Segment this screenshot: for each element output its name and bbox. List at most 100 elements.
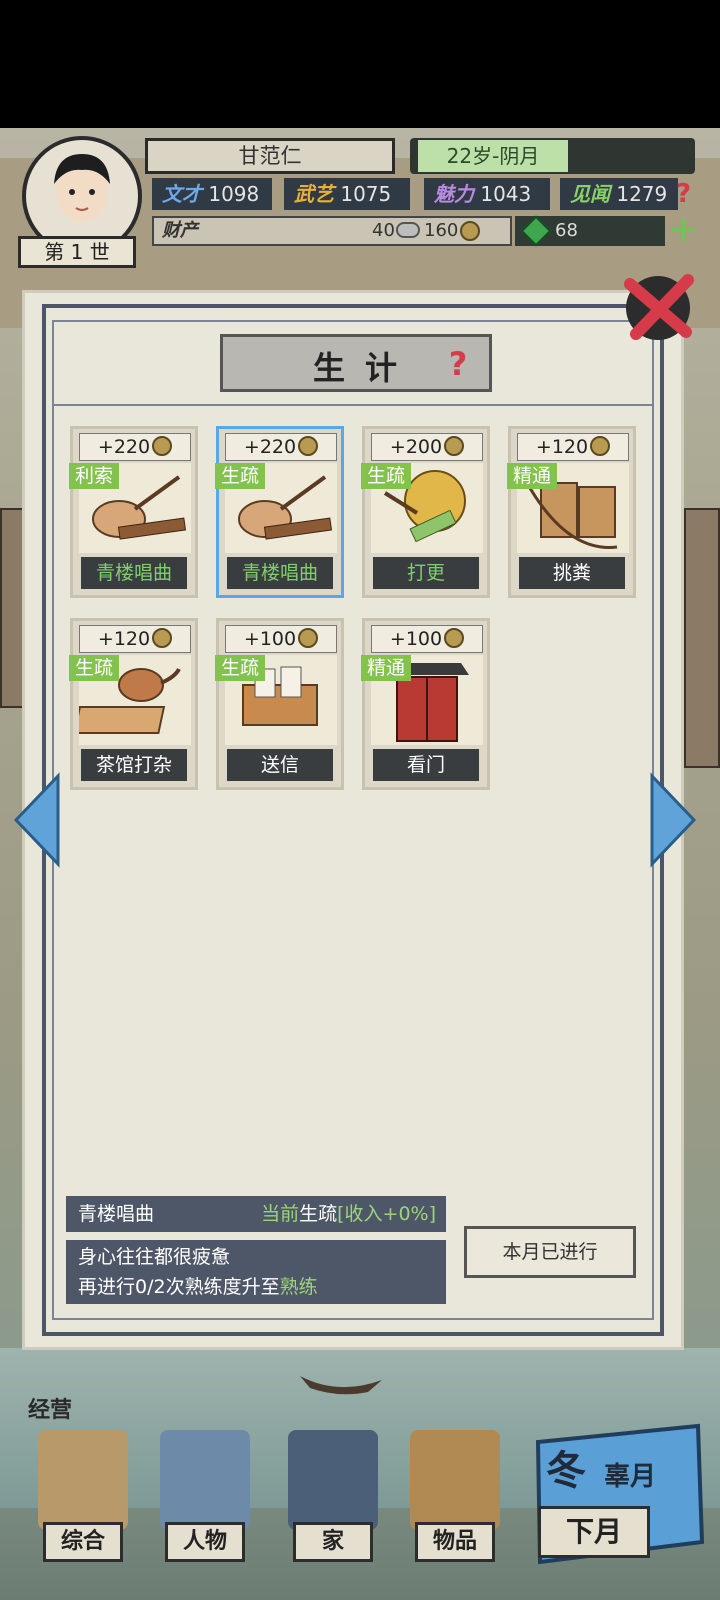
job-income: +120 [79, 625, 191, 653]
job-info-panel: 青楼唱曲 当前生疏[收入+0%] 身心往往都很疲惫 再进行0/2次熟练度升至熟练 [66, 1196, 446, 1304]
job-card-brothel-singing-2[interactable]: +220 生疏 青楼唱曲 [215, 426, 344, 598]
status-prefix: 当前 [261, 1203, 300, 1225]
desc-line-2: 再进行0/2次熟练度升至熟练 [78, 1272, 446, 1302]
income-value: +120 [97, 628, 151, 650]
next-month-button[interactable]: 冬 辜月 下月 [528, 1422, 708, 1572]
desc-line-2-prefix: 再进行0/2次熟练度升至 [78, 1276, 280, 1298]
wealth-label: 财产 [162, 220, 198, 241]
nav-label: 综合 [43, 1522, 123, 1562]
stat-label: 文才 [162, 182, 202, 206]
coin-icon [152, 628, 173, 648]
month-done-button[interactable]: 本月已进行 [464, 1226, 636, 1278]
boat-icon [300, 1376, 382, 1395]
silver-ingot-icon [396, 222, 420, 238]
coin-icon [460, 221, 480, 241]
season-label: 冬 [546, 1448, 586, 1494]
job-income: +200 [371, 433, 483, 461]
nav-home[interactable]: 家 [278, 1430, 388, 1570]
job-card-brothel-singing-1[interactable]: +220 利索 青楼唱曲 [69, 426, 198, 598]
proficiency-tag: 利索 [69, 463, 120, 489]
status-bonus: [收入+0%] [337, 1203, 436, 1225]
nav-character[interactable]: 人物 [150, 1430, 260, 1570]
coin-icon [590, 436, 611, 456]
job-income: +220 [225, 433, 337, 461]
job-label: 送信 [227, 749, 333, 781]
dialog-title-plate: 生计 ? [220, 334, 492, 392]
next-month-label: 下月 [538, 1506, 650, 1558]
desc-line-2-level: 熟练 [279, 1276, 318, 1298]
stat-label: 武艺 [294, 182, 334, 206]
character-name: 甘范仁 [145, 138, 395, 174]
job-label: 茶馆打杂 [81, 749, 187, 781]
job-label: 青楼唱曲 [81, 557, 187, 589]
next-page-arrow-icon[interactable] [650, 772, 702, 868]
stat-value: 1075 [340, 182, 392, 206]
job-card-carrying-dung[interactable]: +120 精通 挑粪 [507, 426, 636, 598]
dialog-title: 生计 [313, 349, 418, 387]
job-label: 看门 [373, 749, 479, 781]
background-building-right [684, 508, 720, 768]
add-currency-button[interactable]: + [668, 212, 700, 248]
job-card-teahouse-helper[interactable]: +120 生疏 茶馆打杂 [69, 618, 198, 790]
job-label: 打更 [373, 557, 479, 589]
close-icon[interactable] [618, 268, 698, 348]
stat-literary: 文才 1098 [152, 178, 272, 210]
coin-icon [152, 436, 173, 456]
income-value: +220 [97, 436, 151, 458]
stat-martial: 武艺 1075 [284, 178, 410, 210]
nav-items[interactable]: 物品 [400, 1430, 510, 1570]
stats-help-icon[interactable]: ? [676, 178, 704, 210]
nav-section-title: 经营 [28, 1398, 73, 1423]
person-icon [160, 1430, 250, 1530]
coin-icon [298, 628, 319, 648]
proficiency-tag: 精通 [507, 463, 558, 489]
stat-value: 1043 [480, 182, 532, 206]
job-card-deliver-letters[interactable]: +100 生疏 送信 [215, 618, 344, 790]
livelihood-dialog: 生计 ? +220 利索 青楼唱曲 +220 生疏 青楼唱曲 +200 生疏 打… [22, 274, 694, 1350]
coin-icon [444, 628, 465, 648]
nav-label: 物品 [415, 1522, 495, 1562]
job-label: 青楼唱曲 [227, 557, 333, 589]
gem-box: 68 [515, 215, 665, 247]
copper-amount: 160 [424, 220, 459, 241]
job-label: 挑粪 [519, 557, 625, 589]
proficiency-tag: 生疏 [215, 463, 266, 489]
stat-knowledge: 见闻 1279 [560, 178, 678, 210]
character-header: 第 1 世 甘范仁 22岁-阴月 文才 1098 武艺 1075 魅力 1043… [0, 128, 720, 278]
nav-overview[interactable]: 综合 [28, 1430, 138, 1570]
job-income: +100 [371, 625, 483, 653]
house-icon [288, 1430, 378, 1530]
income-value: +200 [389, 436, 443, 458]
proficiency-tag: 精通 [361, 655, 412, 681]
nav-label: 家 [293, 1522, 373, 1562]
income-value: +220 [243, 436, 297, 458]
divider [52, 404, 654, 406]
stat-value: 1279 [616, 182, 668, 206]
job-info-title: 青楼唱曲 当前生疏[收入+0%] [66, 1196, 446, 1232]
generation-label: 第 1 世 [18, 236, 136, 268]
wealth-box: 财产 40 160 [152, 216, 512, 246]
help-icon[interactable]: ? [441, 347, 475, 381]
job-income: +220 [79, 433, 191, 461]
silver-amount: 40 [372, 220, 395, 241]
job-info-description: 身心往往都很疲惫 再进行0/2次熟练度升至熟练 [66, 1240, 446, 1304]
bag-icon [410, 1430, 500, 1530]
stat-label: 见闻 [570, 182, 610, 206]
age-month-box: 22岁-阴月 [410, 138, 695, 174]
status-level: 生疏 [299, 1203, 338, 1225]
stat-charm: 魅力 1043 [424, 178, 550, 210]
income-value: +120 [535, 436, 589, 458]
proficiency-tag: 生疏 [215, 655, 266, 681]
proficiency-tag: 生疏 [361, 463, 412, 489]
nav-label: 人物 [165, 1522, 245, 1562]
income-value: +100 [243, 628, 297, 650]
job-card-night-watch[interactable]: +200 生疏 打更 [361, 426, 490, 598]
jade-icon [520, 215, 552, 247]
prev-page-arrow-icon[interactable] [8, 772, 60, 868]
job-income: +100 [225, 625, 337, 653]
desc-line-1: 身心往往都很疲惫 [78, 1246, 231, 1268]
job-info-status: 当前生疏[收入+0%] [261, 1196, 436, 1232]
scroll-icon [38, 1430, 128, 1530]
income-value: +100 [389, 628, 443, 650]
job-card-gatekeeper[interactable]: +100 精通 看门 [361, 618, 490, 790]
